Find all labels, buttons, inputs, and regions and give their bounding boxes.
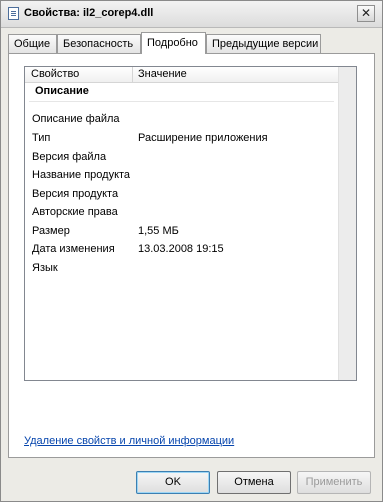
- details-panel: Свойство Значение Описание Описание файл…: [8, 53, 375, 458]
- row-name[interactable]: Авторские права: [32, 206, 118, 218]
- column-property-header[interactable]: Свойство: [31, 68, 79, 80]
- row-value[interactable]: 13.03.2008 19:15: [138, 243, 224, 255]
- cancel-button[interactable]: Отмена: [217, 471, 291, 494]
- list-header: Свойство Значение: [25, 67, 356, 83]
- properties-list: Свойство Значение Описание Описание файл…: [24, 66, 357, 381]
- row-value[interactable]: Расширение приложения: [138, 132, 268, 144]
- file-icon: [8, 7, 19, 20]
- row-name[interactable]: Тип: [32, 132, 50, 144]
- row-name[interactable]: Дата изменения: [32, 243, 115, 255]
- row-value[interactable]: 1,55 МБ: [138, 225, 179, 237]
- close-button[interactable]: ✕: [357, 5, 375, 22]
- row-name[interactable]: Язык: [32, 262, 58, 274]
- group-divider: [29, 101, 334, 102]
- column-value-header[interactable]: Значение: [138, 68, 187, 80]
- row-name[interactable]: Описание файла: [32, 113, 120, 125]
- tab-previous-versions[interactable]: Предыдущие версии: [206, 34, 321, 53]
- row-name[interactable]: Версия продукта: [32, 188, 118, 200]
- tab-security[interactable]: Безопасность: [57, 34, 141, 53]
- group-heading: Описание: [35, 85, 89, 97]
- column-divider[interactable]: [132, 67, 133, 82]
- row-name[interactable]: Название продукта: [32, 169, 130, 181]
- remove-properties-link[interactable]: Удаление свойств и личной информации: [24, 435, 234, 447]
- row-name[interactable]: Версия файла: [32, 151, 106, 163]
- tab-general[interactable]: Общие: [8, 34, 57, 53]
- properties-window: Свойства: il2_corep4.dll ✕ Общие Безопас…: [0, 0, 383, 502]
- apply-button[interactable]: Применить: [297, 471, 371, 494]
- vertical-scrollbar[interactable]: [338, 67, 356, 380]
- row-name[interactable]: Размер: [32, 225, 70, 237]
- title-bar[interactable]: Свойства: il2_corep4.dll ✕: [1, 1, 382, 28]
- tab-details[interactable]: Подробно: [141, 32, 206, 54]
- window-title: Свойства: il2_corep4.dll: [24, 7, 154, 19]
- ok-button[interactable]: OK: [136, 471, 210, 494]
